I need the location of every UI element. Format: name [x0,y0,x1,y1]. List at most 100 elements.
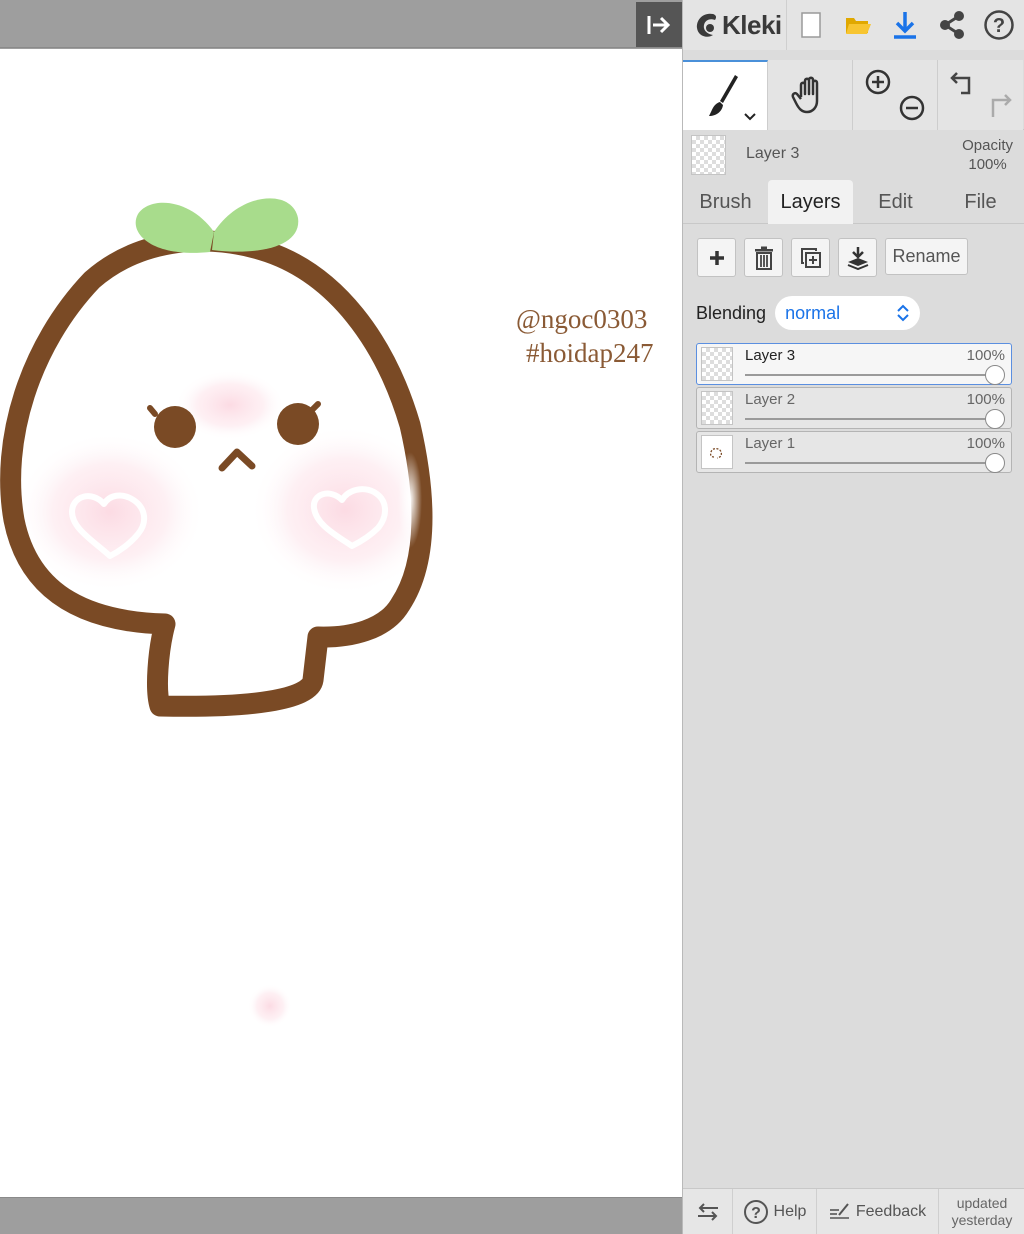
logo-text: Kleki [722,9,782,40]
blending-row: Blending normal [696,296,921,330]
rename-layer-button[interactable]: Rename [885,238,968,275]
canvas-area: @ngoc0303 #hoidap247 [0,0,682,1234]
drawing-canvas[interactable]: @ngoc0303 #hoidap247 [0,49,682,1197]
updated-line2: yesterday [951,1211,1013,1228]
brush-icon [709,75,738,116]
left-eye-lash [147,405,158,417]
panel-tabs: Brush Layers Edit File [683,180,1024,224]
updated-text: updated yesterday [952,1195,1013,1229]
hand-tool-button[interactable] [768,60,853,130]
help-circle-icon: ? [743,1199,768,1224]
side-panel: Kleki ? Layer 3 Opacity 100% Brush Layer… [682,0,1024,1234]
feedback-label: Feedback [855,1202,927,1220]
svg-text:?: ? [751,1205,761,1222]
duplicate-layer-button[interactable] [791,238,830,277]
brush-tool-button[interactable] [683,60,768,130]
layer-opacity: 100% [966,347,1005,364]
merge-layer-button[interactable] [838,238,877,277]
duplicate-icon [800,247,821,268]
open-folder-icon [845,18,871,34]
layer-opacity-slider[interactable] [745,462,995,464]
layer-opacity-slider[interactable] [745,374,995,376]
tab-brush[interactable]: Brush [683,180,768,224]
help-icon: ? [983,10,1014,40]
watermark-username: @ngoc0303 [516,304,648,334]
layer-name: Layer 1 [745,435,796,452]
current-layer-thumbnail [691,135,726,175]
swap-arrows-icon [697,1202,718,1221]
add-layer-button[interactable] [697,238,736,277]
layer-thumbnail [701,391,733,425]
undo-redo-icon [949,72,1012,117]
open-button[interactable] [834,0,881,50]
layer-thumbnail-drawing [709,447,723,459]
blending-label: Blending [696,302,767,323]
delete-layer-button[interactable] [744,238,783,277]
updated-info[interactable]: updated yesterday [939,1189,1024,1234]
plus-icon [709,250,724,265]
layer-thumbnail [701,435,733,469]
layer-item-1[interactable]: Layer 1 100% [696,431,1012,473]
drawing-artwork [0,198,440,1028]
blending-mode-select[interactable]: normal [775,296,921,330]
opacity-value: 100% [968,156,1007,173]
layer-opacity: 100% [966,435,1005,452]
layer-item-3[interactable]: Layer 3 100% [696,343,1012,385]
svg-text:?: ? [992,15,1004,37]
kleki-logo-icon [696,13,717,37]
collapse-arrow-icon [647,15,671,34]
opacity-label: Opacity [962,137,1013,154]
tool-row [683,60,1024,130]
layer-opacity: 100% [966,391,1005,408]
layer-list: Layer 3 100% Layer 2 100% Layer 1 100% [696,343,1012,475]
tab-edit[interactable]: Edit [853,180,938,224]
hand-icon [791,76,819,114]
layer-opacity-slider-handle[interactable] [985,453,1005,473]
current-layer-row: Layer 3 Opacity 100% [683,131,1024,179]
layer-opacity-slider[interactable] [745,418,995,420]
current-layer-opacity[interactable]: Opacity 100% [962,136,1013,174]
swap-side-button[interactable] [683,1188,733,1234]
zoom-tool-button[interactable] [853,60,938,130]
top-toolbar: Kleki ? [683,0,1024,50]
feedback-pen-icon [829,1202,849,1219]
new-image-button[interactable] [787,0,834,50]
help-button[interactable]: ? [975,0,1022,50]
zoom-icon [865,69,925,121]
layer-opacity-slider-handle[interactable] [985,409,1005,429]
layer-thumbnail [701,347,733,381]
download-button[interactable] [881,0,928,50]
undo-redo-button[interactable] [938,60,1023,130]
help-link[interactable]: ? Help [733,1188,817,1234]
nose [218,448,256,472]
tab-file[interactable]: File [938,180,1023,224]
layer-item-2[interactable]: Layer 2 100% [696,387,1012,429]
blush-dot [248,984,292,1028]
layer-name: Layer 3 [745,347,796,364]
right-eye-lash [309,401,321,413]
current-layer-name: Layer 3 [746,145,800,162]
share-icon [939,11,964,39]
sprout-leaf-right [212,198,299,252]
tab-layers[interactable]: Layers [768,180,853,224]
merge-down-icon [847,246,868,270]
bottom-bar: ? Help Feedback updated yesterday [683,1188,1024,1234]
blending-mode-value: normal [785,302,841,323]
help-label: Help [773,1202,807,1220]
trash-icon [754,246,773,270]
watermark-hashtag: #hoidap247 [526,338,654,368]
new-image-icon [800,12,821,38]
share-button[interactable] [928,0,975,50]
canvas-bottom-bar [0,1197,682,1234]
select-arrows-icon [897,304,909,322]
layer-opacity-slider-handle[interactable] [985,365,1005,385]
gloss-highlight [398,452,422,548]
left-eye [154,406,196,448]
feedback-link[interactable]: Feedback [817,1188,939,1234]
collapse-panel-button[interactable] [636,2,682,47]
updated-line1: updated [956,1194,1008,1211]
kleki-logo[interactable]: Kleki [683,0,787,50]
download-icon [893,12,916,39]
layer-name: Layer 2 [745,391,796,408]
chevron-down-icon [744,113,756,121]
